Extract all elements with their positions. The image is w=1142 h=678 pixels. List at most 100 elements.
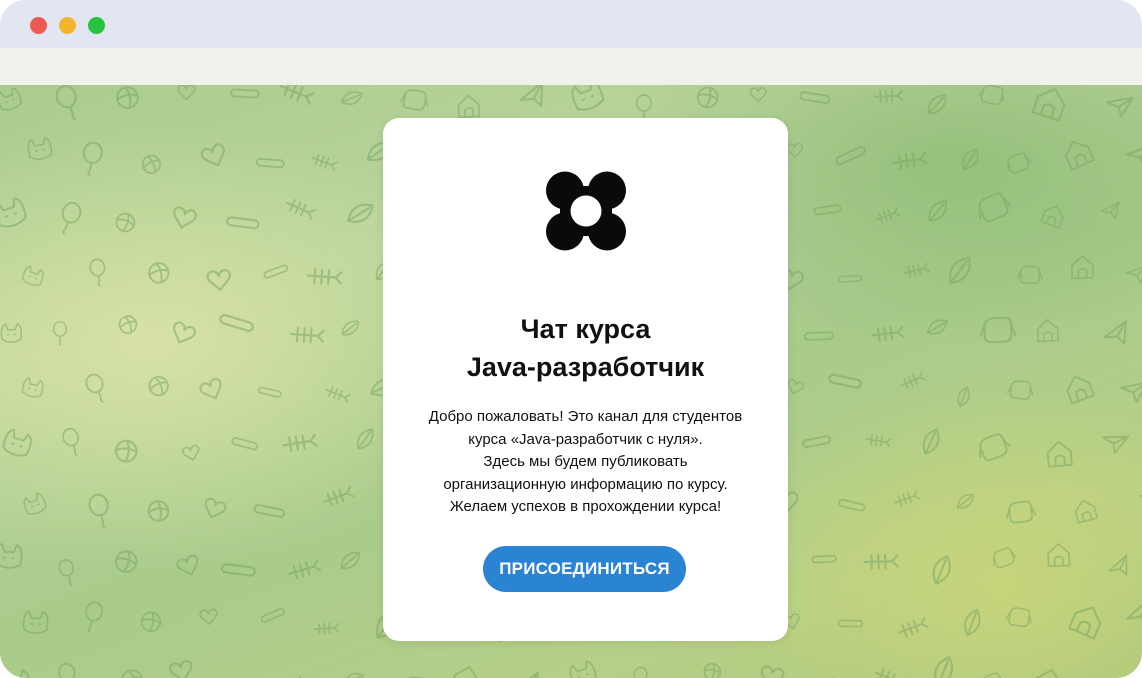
heart-icon (749, 87, 767, 103)
doghouse-icon (1032, 668, 1063, 678)
doghouse-icon (457, 94, 481, 119)
fish-bone-icon (306, 268, 343, 285)
description-line: Добро пожаловать! Это канал для студенто… (428, 408, 743, 425)
leaf-icon (932, 554, 951, 585)
bone-icon (835, 145, 866, 166)
bone-icon (253, 504, 286, 518)
channel-invite-card: Чат курса Java-разработчик Добро пожалов… (383, 118, 788, 641)
description-line: Здесь мы будем публиковать (483, 453, 688, 470)
cat-icon (21, 377, 44, 398)
paper-plane-icon (519, 85, 544, 107)
balloon-icon (633, 666, 648, 678)
bone-icon (230, 88, 260, 99)
ball-icon (696, 86, 719, 109)
dog-icon (399, 89, 429, 111)
dog-icon (978, 85, 1005, 106)
ball-icon (147, 500, 170, 522)
dog-icon (1005, 607, 1032, 628)
bone-icon (263, 264, 289, 279)
paper-plane-icon (1108, 554, 1128, 576)
doghouse-icon (1065, 140, 1095, 171)
heart-icon (786, 142, 804, 158)
heart-icon (199, 377, 222, 400)
dog-icon (992, 547, 1017, 569)
channel-title: Чат курса Java-разработчик (383, 310, 788, 386)
fish-bone-icon (279, 85, 315, 105)
paper-plane-icon (1126, 265, 1142, 284)
doghouse-icon (1036, 319, 1060, 343)
cat-icon (22, 610, 49, 635)
leaf-icon (934, 656, 953, 678)
heart-icon (168, 659, 193, 678)
browser-window: Чат курса Java-разработчик Добро пожалов… (0, 0, 1142, 678)
leaf-icon (356, 428, 374, 450)
paper-plane-icon (1120, 381, 1142, 403)
paper-plane-icon (1138, 492, 1142, 509)
ball-icon (120, 669, 144, 678)
doghouse-icon (1040, 205, 1064, 229)
description-line: организационную информацию по курсу. (443, 475, 728, 493)
zoom-window-button[interactable] (88, 17, 105, 34)
close-window-button[interactable] (30, 17, 47, 34)
leaf-icon (922, 428, 940, 455)
cat-icon (0, 543, 23, 569)
ball-icon (115, 550, 138, 573)
fish-bone-icon (900, 371, 926, 389)
leaf-icon (956, 493, 974, 509)
channel-description: Добро пожаловать! Это канал для студенто… (393, 406, 778, 519)
leaf-icon (928, 200, 948, 222)
dog-icon (979, 433, 1011, 462)
bone-icon (231, 437, 259, 451)
ball-icon (114, 439, 138, 463)
doghouse-icon (450, 666, 480, 678)
paper-plane-icon (1103, 320, 1128, 345)
bone-icon (260, 607, 285, 623)
cat-icon (27, 136, 53, 161)
dog-icon (1017, 265, 1043, 285)
doghouse-icon (1071, 255, 1094, 280)
fish-bone-icon (289, 326, 325, 344)
cat-icon (1, 669, 31, 678)
cat-icon (0, 87, 23, 111)
fish-bone-icon (282, 433, 318, 453)
doghouse-icon (1074, 499, 1099, 524)
minimize-window-button[interactable] (59, 17, 76, 34)
join-button[interactable]: ПРИСОЕДИНИТЬСЯ (483, 546, 686, 592)
cat-icon (2, 428, 32, 457)
balloon-icon (55, 85, 77, 121)
fish-bone-icon (323, 486, 355, 507)
heart-icon (182, 444, 200, 461)
bone-icon (258, 386, 282, 398)
fish-bone-icon (874, 668, 905, 678)
paper-plane-icon (1125, 143, 1142, 169)
leaf-icon (962, 148, 979, 171)
bone-icon (838, 274, 863, 283)
fish-bone-icon (311, 153, 338, 171)
dog-icon (1007, 152, 1032, 174)
ball-icon (141, 154, 161, 174)
bone-icon (838, 498, 866, 512)
heart-icon (173, 206, 198, 229)
fish-bone-icon (875, 207, 901, 224)
balloon-icon (58, 662, 76, 678)
heart-icon (206, 268, 231, 291)
doghouse-icon (1047, 543, 1071, 567)
paper-plane-icon (1126, 598, 1142, 625)
ball-icon (118, 315, 138, 334)
bone-icon (219, 314, 255, 332)
bone-icon (837, 619, 864, 628)
balloon-icon (88, 493, 109, 529)
heart-icon (787, 378, 805, 395)
bone-icon (804, 331, 834, 341)
window-titlebar (0, 0, 1142, 48)
heart-icon (200, 143, 225, 167)
chat-background: Чат курса Java-разработчик Добро пожалов… (0, 85, 1142, 678)
heart-icon (176, 554, 199, 576)
doghouse-icon (1046, 440, 1073, 468)
ball-icon (148, 376, 169, 397)
leaf-icon (340, 551, 361, 570)
heart-icon (204, 497, 227, 519)
leaf-icon (957, 386, 970, 408)
cat-icon (21, 265, 44, 286)
leaf-icon (964, 608, 981, 637)
